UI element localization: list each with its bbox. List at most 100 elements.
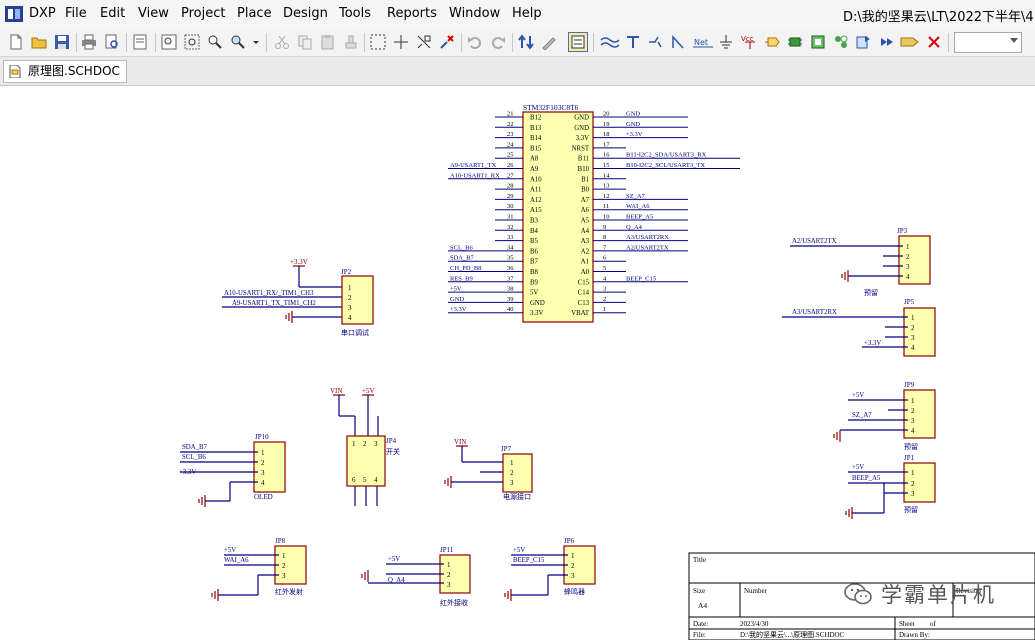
document-properties-icon[interactable] [132,34,148,50]
menu-window[interactable]: Window [449,6,500,21]
move-selection-icon[interactable] [416,34,432,50]
menu-dxp[interactable]: DXP [29,6,56,21]
jp7-pin-3: 3 [510,479,514,487]
print-preview-icon[interactable] [104,34,120,50]
place-ground-icon[interactable] [718,34,734,50]
undo-icon[interactable] [467,34,483,50]
print-icon[interactable] [81,34,97,50]
jp7-body[interactable] [502,453,533,493]
open-folder-icon[interactable] [31,34,47,50]
save-icon[interactable] [54,34,70,50]
jp10-header[interactable]: JP10 SDA_B7 SCL_B6 +3.3V 1 2 3 4 OLED [179,433,286,508]
jp6-body[interactable] [563,545,596,585]
mcu-right-pin-number: 10 [603,214,610,221]
jp2-body[interactable] [341,275,374,325]
place-off-sheet-icon[interactable] [900,34,920,50]
place-sheet-symbol-icon[interactable] [810,34,826,50]
zoom-fit-icon[interactable] [161,34,177,50]
jp3-body[interactable] [898,235,931,285]
place-port-icon[interactable] [764,34,780,50]
jp6-header[interactable]: JP6 +5V BEEP_C15 1 2 3 蜂鸣器 [504,537,596,602]
new-document-icon[interactable] [8,34,24,50]
menu-place[interactable]: Place [237,6,272,21]
hierarchy-up-down-icon[interactable] [518,34,534,50]
mcu-right-pin-number: 20 [603,111,610,118]
dxp-logo-icon[interactable] [5,6,23,22]
mcu-left-pin-number: 35 [507,255,514,262]
sheet-label: Sheet [899,620,915,628]
select-area-icon[interactable] [370,34,386,50]
menu-file[interactable]: File [65,6,87,21]
mcu-left-pin-number: 26 [507,162,514,169]
menu-view[interactable]: View [138,6,169,21]
place-vcc-icon[interactable]: Vcc [741,34,759,50]
place-directive-icon[interactable] [879,34,895,50]
place-bus-icon[interactable] [625,34,641,50]
redo-icon[interactable] [490,34,506,50]
menu-edit[interactable]: Edit [100,6,125,21]
jp9-body[interactable] [903,389,936,439]
jp10-pin-1: 1 [261,449,265,457]
jp11-body[interactable] [439,554,471,594]
jp8-header[interactable]: JP8 +5V WAI_A6 1 2 3 红外发射 [211,537,307,602]
jp5-designator: JP5 [904,298,915,306]
mcu-left-pin-name: A10 [530,176,542,183]
jp5-body[interactable] [903,307,936,357]
size-value: A4 [698,601,707,610]
place-harness-icon[interactable] [671,34,687,50]
jp6-designator: JP6 [564,537,575,545]
jp2-pin-2: 2 [348,294,352,302]
paste-icon[interactable] [320,34,336,50]
move-icon[interactable] [393,34,409,50]
schematic-canvas[interactable]: STM32F103C8T6 21 B12 22 B13 23 B14 24 B15 25 A8 26… [0,86,1035,640]
place-device-sheet-icon[interactable] [856,34,872,50]
zoom-selected-icon[interactable] [207,34,223,50]
jp7-header[interactable]: VIN JP7 1 2 3 电源接口 [444,438,533,501]
copy-icon[interactable] [297,34,313,50]
mcu-component[interactable]: STM32F103C8T6 21B1222B1323B1424B1525A826… [448,103,740,323]
jp4-switch[interactable]: VIN +5V JP4 开关 1 2 3 4 5 6 [330,387,400,506]
clear-selection-icon[interactable] [439,34,455,50]
menu-project[interactable]: Project [181,6,225,21]
mcu-right-pin-name: B1 [581,176,589,183]
mcu-left-pin-name: B13 [530,125,542,132]
jp1-pin-1: 1 [911,469,915,477]
schematic-sheet[interactable]: STM32F103C8T6 21B1222B1323B1424B1525A826… [0,86,1035,640]
place-sheet-entry-icon[interactable] [833,34,849,50]
place-wire-icon[interactable] [600,34,620,50]
jp10-body[interactable] [253,441,286,493]
jp1-header[interactable]: JP1 +5V BEEP_A5 1 2 3 预留 [845,454,936,520]
menu-design[interactable]: Design [283,6,328,21]
jp1-body[interactable] [903,462,936,503]
chevron-down-icon[interactable] [1010,38,1018,43]
jp5-header[interactable]: JP5 A3/USART2RX +3.3V 1 2 3 4 [782,298,936,357]
no-erc-icon[interactable] [926,34,942,50]
place-part-icon[interactable] [787,34,803,50]
place-net-label-icon[interactable]: Net [693,34,713,50]
tab-schematic-document[interactable]: 原理图.SCHDOC [3,60,127,83]
cross-probe-icon[interactable] [230,34,246,50]
mcu-right-pin-number: 9 [603,224,606,231]
zoom-area-icon[interactable] [184,34,200,50]
mcu-right-net-label: BEEP_A5 [626,214,653,221]
place-bus-entry-icon[interactable] [648,34,664,50]
rubber-stamp-icon[interactable] [343,34,359,50]
menu-tools[interactable]: Tools [339,6,371,21]
jp11-pin-2: 2 [447,571,451,579]
jp5-pin-3: 3 [911,334,915,342]
compile-mask-icon[interactable] [568,32,588,52]
menu-help[interactable]: Help [512,6,542,21]
mcu-right-net-label: +3.3V [626,131,643,138]
jp8-body[interactable] [274,545,307,585]
dropdown-arrow-icon[interactable] [251,34,261,50]
menu-reports[interactable]: Reports [387,6,437,21]
cut-icon[interactable] [274,34,290,50]
jp9-header[interactable]: JP9 +5V SZ_A7 1 2 3 4 预留 [833,381,936,451]
jp11-header[interactable]: JP11 +5V Q_A4 1 2 3 红外接收 [361,546,471,607]
mcu-left-pin-number: 21 [507,111,514,118]
jp3-header[interactable]: JP3 A2/USART2TX 1 2 3 4 预留 [790,227,931,297]
jp2-header[interactable]: JP2 +3.3V A10-USART1_RX/_TIM1_CH3 A9-USA… [222,258,374,337]
cross-probe-pencil-icon[interactable] [541,34,557,50]
filter-combobox[interactable] [954,32,1022,53]
date-value: 2023/4/30 [740,620,769,628]
